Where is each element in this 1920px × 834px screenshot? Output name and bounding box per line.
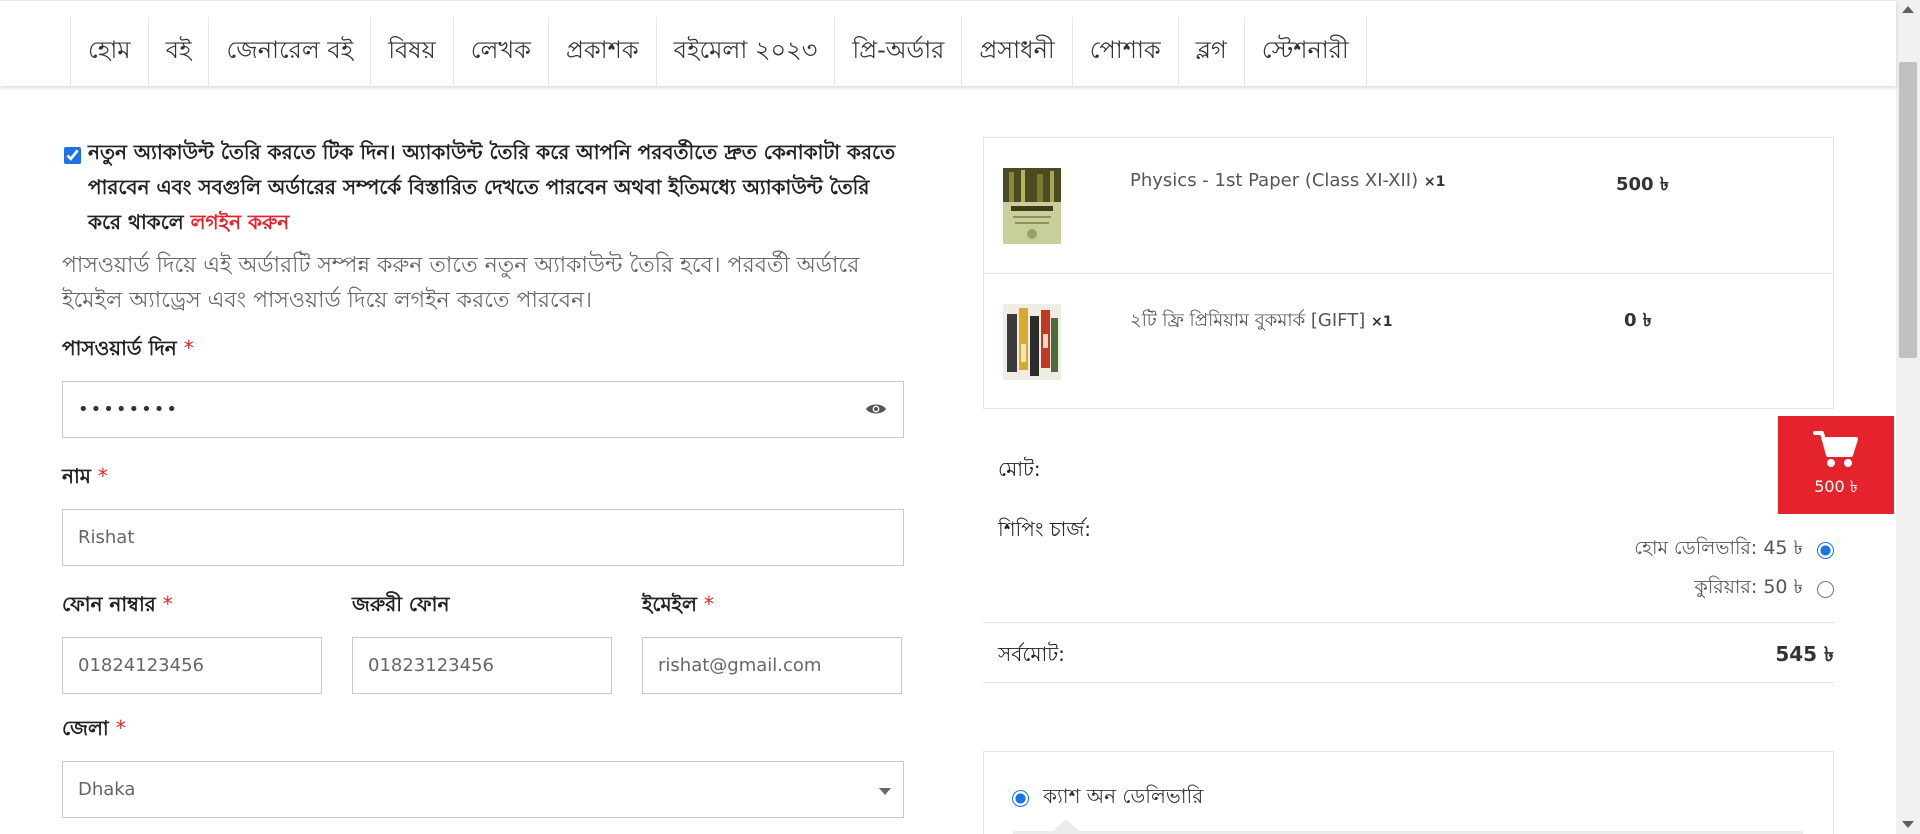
payment-option-cod[interactable]: ক্যাশ অন ডেলিভারি [1012, 782, 1203, 815]
order-item-row: Physics - 1st Paper (Class XI-XII) ×1 50… [984, 138, 1833, 274]
order-item-price: 0 ৳ [1624, 310, 1652, 331]
divider [983, 622, 1834, 623]
physics-book-cover-image [1003, 168, 1061, 244]
nav-item-home[interactable]: হোম [71, 17, 149, 87]
phone-group: ফোন নাম্বার * 01824123456 [62, 590, 322, 694]
nav-item-books[interactable]: বই [149, 17, 210, 87]
order-item-qty: ×1 [1423, 174, 1446, 190]
order-items-box: Physics - 1st Paper (Class XI-XII) ×1 50… [983, 137, 1834, 409]
create-account-row: নতুন অ্যাকাউন্ট তৈরি করতে টিক দিন। অ্যাক… [62, 135, 904, 240]
shipping-option-home-delivery[interactable]: হোম ডেলিভারি: 45 ৳ [1634, 534, 1834, 566]
divider [983, 682, 1834, 683]
shopping-cart-icon [1813, 430, 1858, 467]
password-group: পাসওয়ার্ড দিন * •••••••• [62, 334, 904, 438]
nav-menu: হোম বই জেনারেল বই বিষয় লেখক প্রকাশক বইম… [70, 17, 1367, 87]
grand-total-value: 545 ৳ [1775, 642, 1834, 666]
scroll-up-arrow-icon[interactable] [1902, 6, 1914, 13]
shipping-label: শিপিং চার্জ: [998, 517, 1092, 541]
chevron-down-icon [879, 788, 891, 795]
nav-item-subjects[interactable]: বিষয় [371, 17, 454, 87]
name-label: নাম * [62, 464, 108, 488]
cod-radio[interactable] [1012, 790, 1029, 807]
home-delivery-radio[interactable] [1817, 541, 1834, 559]
district-label: জেলা * [62, 716, 126, 740]
floating-cart-button[interactable]: 500 ৳ [1778, 416, 1894, 514]
top-navigation: হোম বই জেনারেল বই বিষয় লেখক প্রকাশক বইম… [0, 0, 1896, 87]
nav-item-book-fair[interactable]: বইমেলা ২০২৩ [657, 17, 836, 87]
cart-amount: 500 ৳ [1814, 476, 1858, 496]
order-item-row: ২টি ফ্রি প্রিমিয়াম বুকমার্ক [GIFT] ×1 0… [984, 274, 1833, 410]
order-item-qty: ×1 [1370, 314, 1393, 330]
email-group: ইমেইল * rishat@gmail.com [642, 590, 902, 694]
create-account-checkbox[interactable] [64, 147, 81, 164]
emergency-phone-input[interactable]: 01823123456 [352, 637, 612, 694]
district-group: জেলা * Dhaka [62, 714, 904, 818]
district-select[interactable]: Dhaka [62, 761, 904, 818]
checkout-form: নতুন অ্যাকাউন্ট তৈরি করতে টিক দিন। অ্যাক… [62, 135, 904, 818]
name-input[interactable]: Rishat [62, 509, 904, 566]
name-group: নাম * Rishat [62, 462, 904, 566]
emergency-phone-group: জরুরী ফোন 01823123456 [352, 590, 612, 694]
nav-item-pre-order[interactable]: প্রি-অর্ডার [835, 17, 963, 87]
order-item-name: ২টি ফ্রি প্রিমিয়াম বুকমার্ক [GIFT] ×1 [1130, 310, 1393, 331]
nav-item-authors[interactable]: লেখক [454, 17, 549, 87]
nav-item-cosmetics[interactable]: প্রসাধনী [962, 17, 1073, 87]
courier-radio[interactable] [1817, 580, 1834, 598]
show-password-eye-icon[interactable] [865, 402, 887, 416]
order-item-price: 500 ৳ [1616, 174, 1669, 195]
password-value: •••••••• [78, 399, 179, 420]
password-label: পাসওয়ার্ড দিন * [62, 336, 194, 360]
password-input[interactable]: •••••••• [62, 381, 904, 438]
password-helper-text: পাসওয়ার্ড দিয়ে এই অর্ডারটি সম্পন্ন করু… [62, 253, 860, 313]
email-input[interactable]: rishat@gmail.com [642, 637, 902, 694]
scroll-down-arrow-icon[interactable] [1902, 821, 1914, 828]
order-item-name: Physics - 1st Paper (Class XI-XII) ×1 [1130, 170, 1446, 191]
emergency-phone-label: জরুরী ফোন [352, 592, 450, 616]
shipping-option-courier[interactable]: কুরিয়ার: 50 ৳ [1695, 573, 1834, 605]
bookmark-gift-image [1003, 304, 1061, 380]
phone-label: ফোন নাম্বার * [62, 592, 173, 616]
subtotal-label: মোট: [998, 457, 1041, 481]
nav-item-stationery[interactable]: স্টেশনারী [1245, 17, 1367, 87]
email-label: ইমেইল * [642, 592, 714, 616]
nav-item-clothing[interactable]: পোশাক [1073, 17, 1179, 87]
nav-item-blog[interactable]: ব্লগ [1179, 17, 1245, 87]
phone-input[interactable]: 01824123456 [62, 637, 322, 694]
scrollbar-thumb[interactable] [1899, 62, 1917, 358]
login-link[interactable]: লগইন করুন [191, 210, 290, 234]
payment-methods-box: ক্যাশ অন ডেলিভারি [983, 751, 1834, 834]
nav-item-general-books[interactable]: জেনারেল বই [209, 17, 372, 87]
page-scrollbar[interactable] [1896, 0, 1920, 834]
contact-row: ফোন নাম্বার * 01824123456 জরুরী ফোন 0182… [62, 590, 904, 694]
nav-item-publishers[interactable]: প্রকাশক [549, 17, 657, 87]
grand-total-label: সর্বমোট: [998, 642, 1065, 666]
